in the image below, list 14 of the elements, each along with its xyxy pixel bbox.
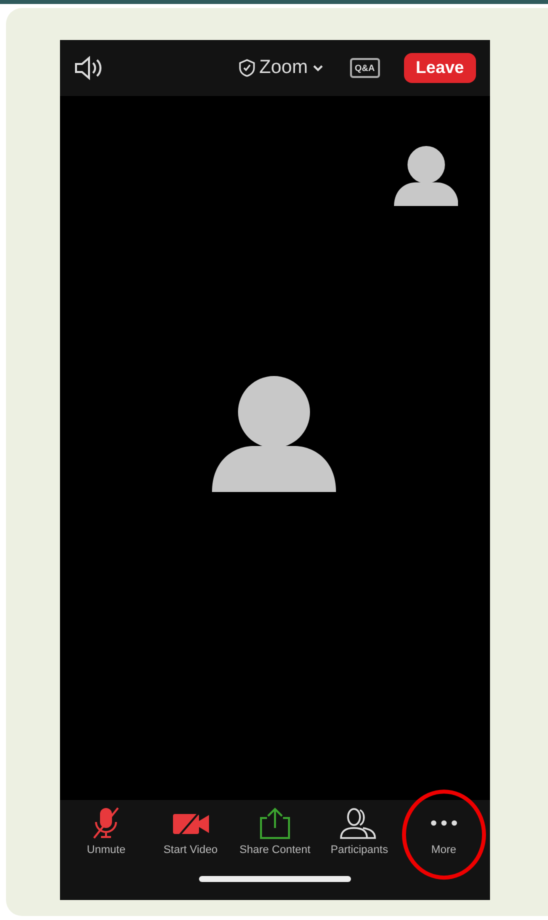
more-dots-icon [430,820,457,826]
toolbar-button[interactable]: Participants [317,806,402,856]
small-avatar-silhouette [394,146,458,206]
chevron-down-icon [312,64,324,72]
toolbar-button[interactable]: Start Video [148,806,233,856]
speaker-icon[interactable] [74,56,104,80]
qa-button[interactable]: Q&A [350,58,380,78]
meeting-name: Zoom [259,57,308,79]
leave-button[interactable]: Leave [404,53,476,83]
meeting-name-menu[interactable]: Zoom [239,57,324,79]
shield-check-icon [239,59,256,77]
toolbar-button[interactable]: Share Content [232,806,317,856]
toolbar-button[interactable]: More [402,806,486,856]
toolbar-button[interactable]: Unmute [64,806,148,856]
